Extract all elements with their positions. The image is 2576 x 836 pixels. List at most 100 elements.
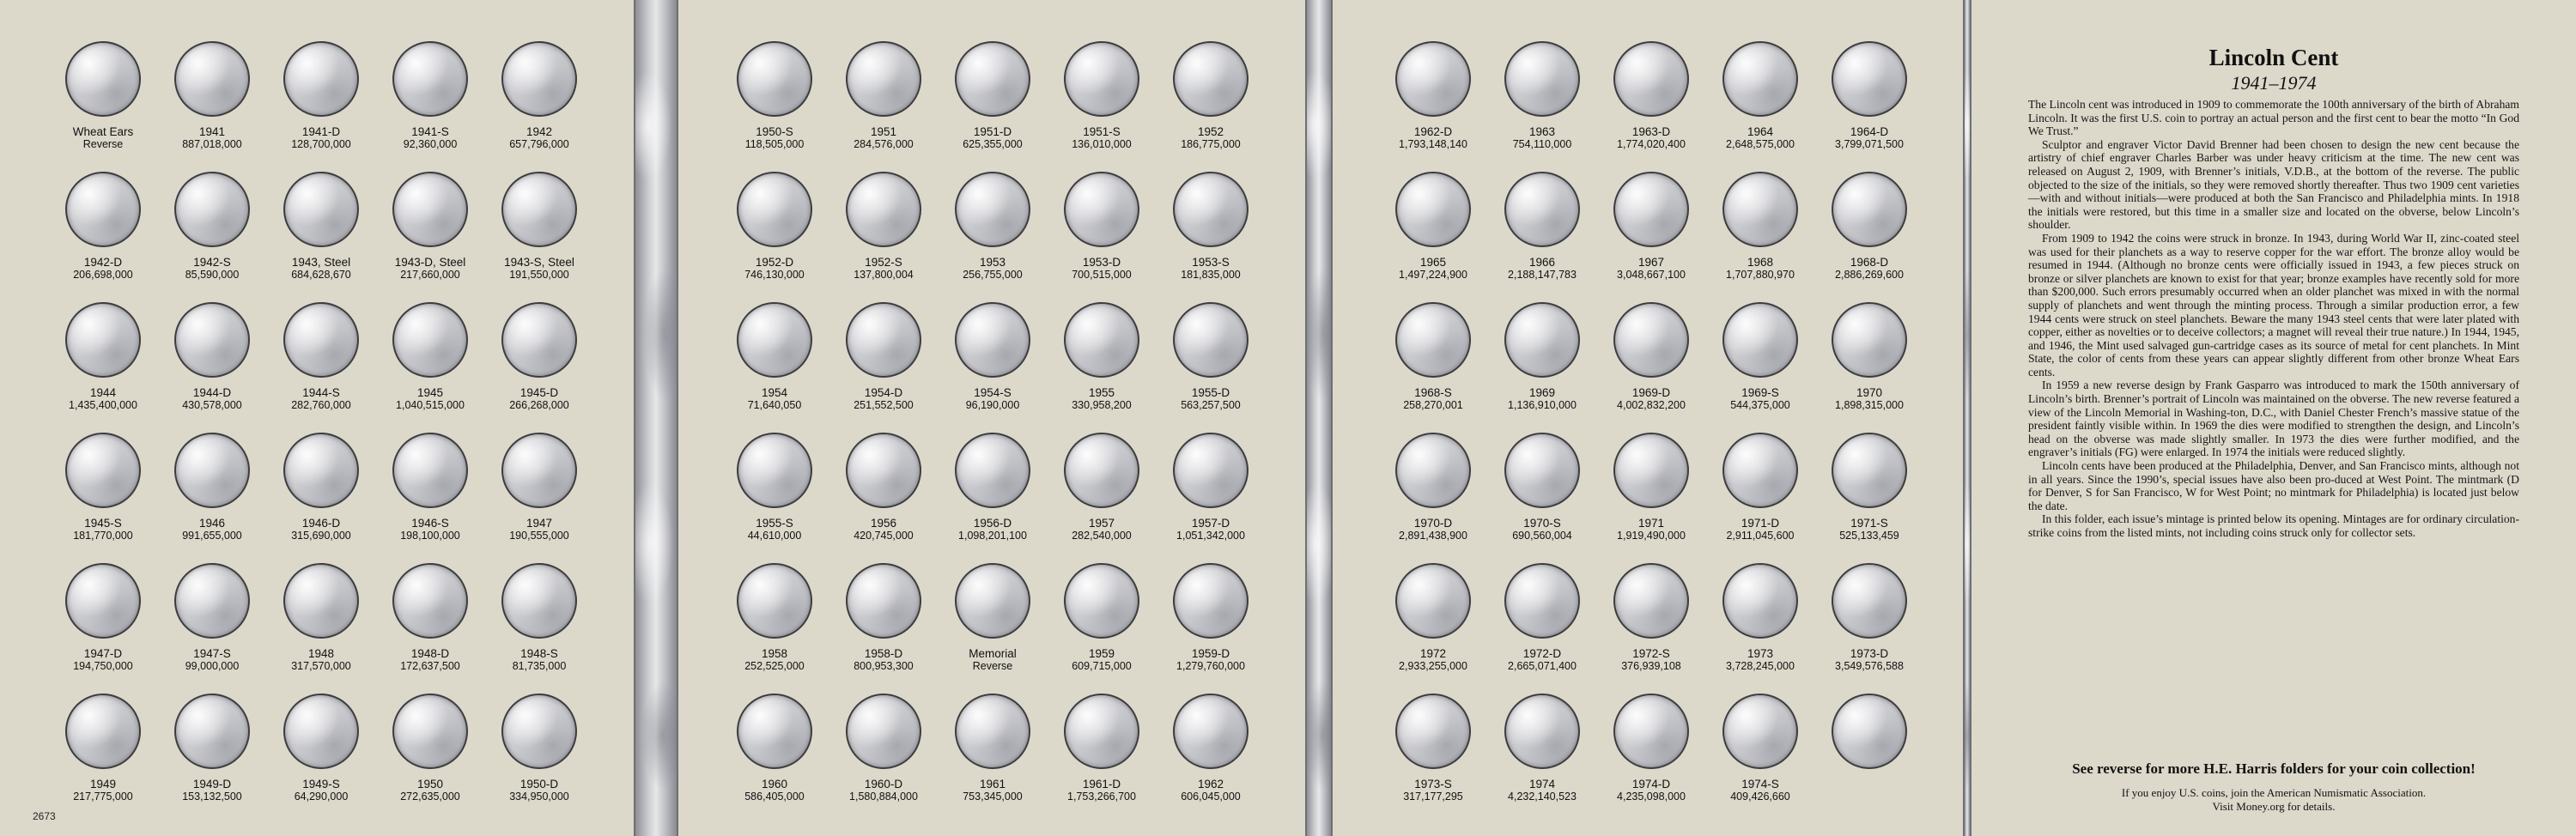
coin-slot[interactable]: 1958 252,525,000 [720,563,829,672]
coin-hole[interactable] [1722,433,1798,508]
coin-slot[interactable]: 1946-S 198,100,000 [375,433,485,542]
coin-hole[interactable] [65,41,141,117]
coin-hole[interactable] [1064,563,1139,639]
coin-slot[interactable]: 1964-D 3,799,071,500 [1814,41,1924,150]
coin-hole[interactable] [174,41,250,117]
coin-slot[interactable]: 1966 2,188,147,783 [1487,172,1597,281]
coin-slot[interactable]: 1971 1,919,490,000 [1596,433,1706,542]
coin-slot[interactable]: 1963-D 1,774,020,400 [1596,41,1706,150]
coin-hole[interactable] [392,694,468,769]
coin-slot[interactable]: 1943-D, Steel 217,660,000 [375,172,485,281]
coin-hole[interactable] [1722,563,1798,639]
coin-slot[interactable]: 1951-S 136,010,000 [1047,41,1157,150]
coin-hole[interactable] [1064,41,1139,117]
coin-slot[interactable]: 1944-D 430,578,000 [157,302,267,411]
coin-hole[interactable] [846,694,921,769]
coin-hole[interactable] [283,433,359,508]
coin-hole[interactable] [1173,563,1249,639]
coin-slot[interactable]: 1957-D 1,051,342,000 [1156,433,1266,542]
coin-hole[interactable] [501,563,577,639]
coin-hole[interactable] [846,172,921,247]
coin-hole[interactable] [1504,302,1580,378]
coin-slot[interactable]: 1956-D 1,098,201,100 [938,433,1048,542]
coin-slot[interactable]: 1960 586,405,000 [720,694,829,803]
coin-slot[interactable]: 1971-S 525,133,459 [1814,433,1924,542]
coin-slot[interactable]: 1971-D 2,911,045,600 [1705,433,1815,542]
coin-slot[interactable]: 1955 330,958,200 [1047,302,1157,411]
coin-hole[interactable] [65,433,141,508]
coin-hole[interactable] [392,302,468,378]
coin-hole[interactable] [1504,563,1580,639]
coin-hole[interactable] [737,433,812,508]
coin-slot[interactable]: 1949-S 64,290,000 [266,694,376,803]
coin-hole[interactable] [283,563,359,639]
coin-slot[interactable]: 1969 1,136,910,000 [1487,302,1597,411]
coin-hole[interactable] [1722,172,1798,247]
coin-hole[interactable] [1395,172,1471,247]
coin-slot[interactable]: 1964 2,648,575,000 [1705,41,1815,150]
coin-slot[interactable]: 1968-D 2,886,269,600 [1814,172,1924,281]
coin-slot[interactable]: 1954-S 96,190,000 [938,302,1048,411]
coin-slot[interactable]: Memorial Reverse [938,563,1048,672]
coin-slot[interactable]: 1950-S 118,505,000 [720,41,829,150]
coin-hole[interactable] [65,172,141,247]
coin-hole[interactable] [501,172,577,247]
coin-slot[interactable]: 1959-D 1,279,760,000 [1156,563,1266,672]
coin-hole[interactable] [283,694,359,769]
coin-hole[interactable] [737,694,812,769]
coin-hole[interactable] [174,694,250,769]
coin-slot[interactable]: 1955-S 44,610,000 [720,433,829,542]
coin-hole[interactable] [1832,41,1907,117]
coin-slot[interactable]: 1945 1,040,515,000 [375,302,485,411]
coin-hole[interactable] [174,172,250,247]
coin-hole[interactable] [1832,433,1907,508]
coin-slot[interactable]: 1965 1,497,224,900 [1378,172,1488,281]
coin-hole[interactable] [1722,41,1798,117]
coin-slot[interactable]: 1974-S 409,426,660 [1705,694,1815,803]
coin-hole[interactable] [1832,563,1907,639]
coin-slot[interactable]: 1970-S 690,560,004 [1487,433,1597,542]
coin-slot[interactable]: 1968 1,707,880,970 [1705,172,1815,281]
coin-hole[interactable] [955,563,1030,639]
coin-slot[interactable]: 1950 272,635,000 [375,694,485,803]
coin-hole[interactable] [174,563,250,639]
coin-hole[interactable] [1504,41,1580,117]
coin-slot[interactable]: 1943-S, Steel 191,550,000 [484,172,594,281]
coin-hole[interactable] [65,302,141,378]
coin-slot[interactable]: 1974 4,232,140,523 [1487,694,1597,803]
coin-hole[interactable] [392,41,468,117]
coin-slot[interactable]: 1967 3,048,667,100 [1596,172,1706,281]
coin-hole[interactable] [1722,694,1798,769]
coin-slot[interactable]: 1950-D 334,950,000 [484,694,594,803]
coin-hole[interactable] [1064,172,1139,247]
coin-hole[interactable] [846,302,921,378]
coin-hole[interactable] [392,172,468,247]
coin-slot[interactable]: 1955-D 563,257,500 [1156,302,1266,411]
coin-hole[interactable] [1722,302,1798,378]
coin-hole[interactable] [1613,694,1689,769]
coin-slot[interactable]: 1941 887,018,000 [157,41,267,150]
coin-hole[interactable] [737,563,812,639]
coin-hole[interactable] [392,433,468,508]
coin-hole[interactable] [1173,433,1249,508]
coin-hole[interactable] [1613,433,1689,508]
coin-slot[interactable]: 1962-D 1,793,148,140 [1378,41,1488,150]
coin-slot[interactable]: 1961-D 1,753,266,700 [1047,694,1157,803]
coin-slot[interactable]: 1945-D 266,268,000 [484,302,594,411]
coin-slot[interactable]: 1963 754,110,000 [1487,41,1597,150]
coin-slot[interactable]: 1973 3,728,245,000 [1705,563,1815,672]
coin-hole[interactable] [737,41,812,117]
coin-hole[interactable] [283,172,359,247]
coin-slot[interactable]: 1947-S 99,000,000 [157,563,267,672]
coin-hole[interactable] [1173,172,1249,247]
coin-slot[interactable]: 1943, Steel 684,628,670 [266,172,376,281]
coin-hole[interactable] [1395,563,1471,639]
coin-hole[interactable] [174,433,250,508]
coin-slot[interactable]: 1960-D 1,580,884,000 [829,694,939,803]
coin-hole[interactable] [283,302,359,378]
coin-slot[interactable]: 1954-D 251,552,500 [829,302,939,411]
coin-hole[interactable] [1173,41,1249,117]
coin-hole[interactable] [1064,433,1139,508]
coin-slot[interactable]: 1961 753,345,000 [938,694,1048,803]
coin-slot[interactable]: 1948-D 172,637,500 [375,563,485,672]
